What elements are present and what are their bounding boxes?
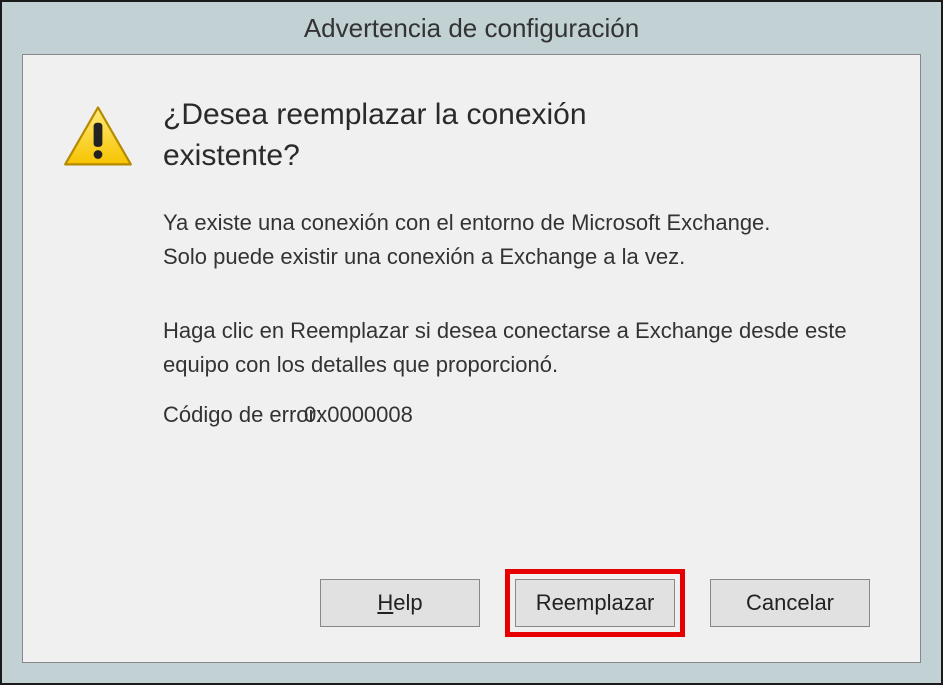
dialog-paragraph-1: Ya existe una conexión con el entorno de…: [163, 206, 783, 274]
button-row: Help Reemplazar Cancelar: [63, 559, 880, 637]
error-code-value: 0x0000008: [304, 402, 413, 428]
replace-button-highlight: Reemplazar: [505, 569, 685, 637]
dialog-paragraph-2: Haga clic en Reemplazar si desea conecta…: [163, 314, 880, 382]
error-code-row: Código de error: 0x0000008: [163, 402, 880, 428]
error-code-label: Código de error:: [163, 402, 322, 428]
help-button[interactable]: Help: [320, 579, 480, 627]
replace-button[interactable]: Reemplazar: [515, 579, 675, 627]
dialog-heading: ¿Desea reemplazar la conexión existente?: [163, 95, 683, 176]
warning-icon: [63, 105, 133, 169]
cancel-button[interactable]: Cancelar: [710, 579, 870, 627]
dialog-content: ¿Desea reemplazar la conexión existente?…: [22, 54, 921, 663]
window-title: Advertencia de configuración: [304, 13, 639, 44]
title-bar: Advertencia de configuración: [2, 2, 941, 54]
